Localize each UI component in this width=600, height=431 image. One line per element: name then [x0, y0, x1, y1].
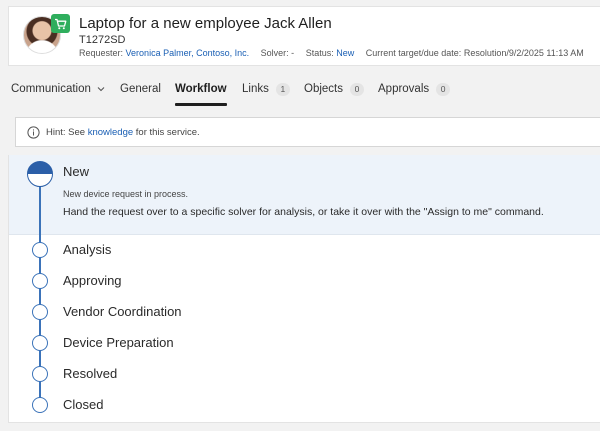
objects-count-badge: 0	[350, 82, 364, 96]
target-value: Resolution/9/2/2025 11:13 AM	[463, 48, 584, 58]
chevron-down-icon	[97, 87, 105, 92]
step-analysis: Analysis	[63, 242, 112, 257]
tab-label: Approvals	[378, 83, 430, 95]
status-value[interactable]: New	[336, 48, 354, 58]
step-node-icon	[32, 304, 48, 320]
ticket-title: Laptop for a new employee Jack Allen	[79, 15, 332, 32]
tab-approvals[interactable]: Approvals 0	[378, 72, 451, 106]
requester-label: Requester:	[79, 48, 124, 58]
step-device-preparation: Device Preparation	[63, 335, 174, 350]
tab-label: Workflow	[175, 83, 227, 95]
step-approving: Approving	[63, 273, 122, 288]
approvals-count-badge: 0	[436, 82, 451, 96]
step-node-icon	[32, 397, 48, 413]
tab-objects[interactable]: Objects 0	[304, 72, 364, 106]
solver-value: -	[291, 48, 295, 58]
status-label: Status:	[305, 48, 334, 58]
tab-bar: Communication General Workflow Links 1 O…	[0, 72, 600, 106]
step-node-icon	[32, 335, 48, 351]
tab-label: Links	[242, 83, 269, 95]
knowledge-link[interactable]: knowledge	[88, 127, 133, 138]
tab-links[interactable]: Links 1	[242, 72, 290, 106]
hint-prefix: Hint: See	[46, 126, 86, 138]
current-step-description: New device request in process.	[63, 189, 189, 199]
shopping-cart-icon	[51, 14, 70, 33]
step-node-icon	[32, 242, 48, 258]
step-node-icon	[32, 273, 48, 289]
step-resolved: Resolved	[63, 366, 118, 381]
current-step-label: New	[63, 164, 90, 179]
tab-general[interactable]: General	[120, 72, 161, 106]
info-icon	[27, 125, 40, 139]
hint-suffix: for this service.	[135, 126, 200, 138]
ticket-id: T1272SD	[79, 34, 126, 46]
hint-bar: Hint: See knowledge for this service.	[15, 117, 600, 147]
requester-link[interactable]: Veronica Palmer, Contoso, Inc.	[126, 48, 250, 58]
tab-label: Objects	[304, 83, 343, 95]
workflow-panel: New New device request in process. Hand …	[8, 155, 600, 423]
links-count-badge: 1	[275, 82, 290, 96]
ticket-header: Laptop for a new employee Jack Allen T12…	[8, 6, 600, 66]
tab-workflow[interactable]: Workflow	[175, 72, 227, 106]
solver-label: Solver:	[260, 48, 289, 58]
ticket-meta: Requester: Veronica Palmer, Contoso, Inc…	[79, 48, 584, 58]
current-step-node-icon	[27, 161, 53, 187]
step-node-icon	[32, 366, 48, 382]
step-closed: Closed	[63, 397, 104, 412]
step-vendor-coordination: Vendor Coordination	[63, 304, 182, 319]
current-step-instruction: Hand the request over to a specific solv…	[63, 206, 544, 218]
tab-communication[interactable]: Communication	[11, 72, 105, 106]
tab-label: General	[120, 83, 161, 95]
target-label: Current target/due date:	[365, 48, 462, 58]
tab-label: Communication	[11, 83, 91, 95]
